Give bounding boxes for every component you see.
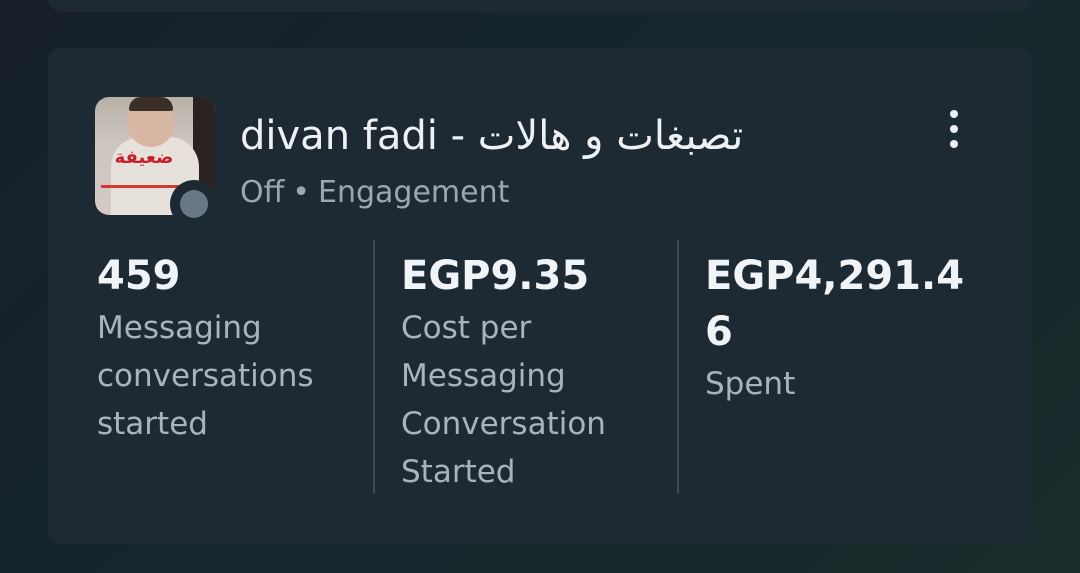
campaign-status: Off	[240, 175, 285, 210]
metric-label: Spent	[705, 366, 796, 402]
more-vertical-icon-dot	[950, 140, 958, 148]
campaign-objective: Engagement	[318, 175, 510, 210]
metric-label: Messaging conversations started	[97, 310, 314, 442]
metric-conversations: 459 Messaging conversations started	[97, 248, 357, 448]
more-vertical-icon-dot	[950, 125, 958, 133]
thumbnail-text: ضعيفة	[114, 147, 174, 168]
metric-cost-per-conversation: EGP9.35 Cost per Messaging Conversation …	[401, 248, 661, 496]
metric-value: EGP9.35	[401, 253, 590, 299]
metric-divider	[373, 240, 375, 494]
status-indicator	[170, 180, 218, 228]
more-options-button[interactable]	[936, 106, 972, 152]
previous-campaign-card[interactable]	[48, 0, 1032, 12]
status-dot-icon	[180, 190, 208, 218]
metric-spent: EGP4,291.46 Spent	[705, 248, 990, 408]
subtitle-separator: •	[292, 175, 310, 210]
metric-value: EGP4,291.46	[705, 253, 965, 355]
campaign-subtitle: Off • Engagement	[240, 173, 509, 213]
metric-label: Cost per Messaging Conversation Started	[401, 310, 606, 490]
campaign-thumbnail: ضعيفة	[95, 97, 218, 228]
more-vertical-icon-dot	[950, 110, 958, 118]
metric-divider	[677, 240, 679, 494]
thumbnail-person-hair	[129, 97, 173, 111]
metric-value: 459	[97, 253, 181, 299]
campaign-title[interactable]: divan fadi - تصبغات و هالات	[240, 110, 880, 162]
